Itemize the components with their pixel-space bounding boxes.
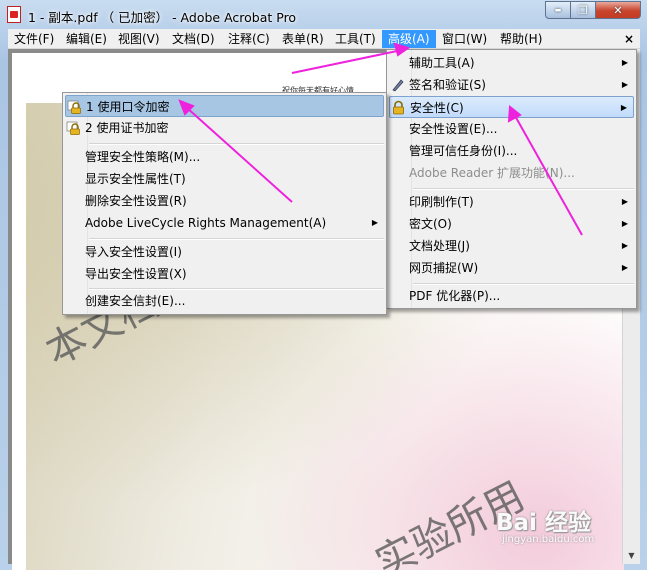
menu-item-label: Adobe LiveCycle Rights Management(A) [85, 216, 327, 230]
acrobat-window: 1 - 副本.pdf （ 已加密） - Adobe Acrobat Pro ▬ … [0, 0, 647, 570]
window-controls: ▬ ❐ ✕ [545, 1, 641, 20]
menu-item-label: 安全性(C) [410, 101, 464, 115]
menu-item-label: 安全性设置(E)... [409, 122, 498, 136]
menu-file[interactable]: 文件(F) [8, 30, 60, 48]
menu-bar: 文件(F) 编辑(E) 视图(V) 文档(D) 注释(C) 表单(R) 工具(T… [8, 29, 640, 49]
baidu-jingyan-logo: Bai 经验 jingyan.baidu.com [496, 503, 616, 549]
menu-item-label: 导出安全性设置(X) [85, 267, 187, 281]
advanced-menu-dropdown: 辅助工具(A) ▶ 签名和验证(S) ▶ 安全性(C) ▶ 安全性设置(E)..… [386, 49, 637, 309]
submenu-arrow-icon: ▶ [621, 219, 628, 228]
menu-item-label: 管理安全性策略(M)... [85, 150, 201, 164]
close-window-button[interactable]: ✕ [596, 1, 641, 19]
menu-item-sign-verify[interactable]: 签名和验证(S) ▶ [389, 74, 634, 96]
menu-view[interactable]: 视图(V) [112, 30, 166, 48]
menu-item-label: Adobe Reader 扩展功能(N)... [409, 166, 575, 180]
window-title: 1 - 副本.pdf （ 已加密） - Adobe Acrobat Pro [28, 10, 297, 25]
menu-item-label: 管理可信任身份(I)... [409, 144, 518, 158]
menu-item-print-production[interactable]: 印刷制作(T) ▶ [389, 191, 634, 213]
submenu-arrow-icon: ▶ [621, 263, 628, 272]
menu-item-label: 辅助工具(A) [409, 56, 475, 70]
menu-item-pdf-optimizer[interactable]: PDF 优化器(P)... [389, 285, 634, 307]
menu-window[interactable]: 窗口(W) [436, 30, 493, 48]
menu-item-label: 网页捕捉(W) [409, 261, 479, 275]
submenu-arrow-icon: ▶ [621, 241, 628, 250]
menu-item-label: 删除安全性设置(R) [85, 194, 187, 208]
baidu-logo-url: jingyan.baidu.com [502, 534, 595, 545]
minimize-button[interactable]: ▬ [545, 1, 571, 19]
menu-item-label: 文档处理(J) [409, 239, 470, 253]
menu-item-export-settings[interactable]: 导出安全性设置(X) [65, 263, 384, 285]
menu-item-label: 签名和验证(S) [409, 78, 486, 92]
menu-forms[interactable]: 表单(R) [276, 30, 330, 48]
close-icon: ✕ [613, 3, 623, 17]
submenu-arrow-icon: ▶ [371, 218, 378, 227]
menu-item-label: 1 使用口令加密 [86, 100, 170, 114]
pdf-file-icon [7, 6, 21, 23]
maximize-button[interactable]: ❐ [571, 1, 596, 19]
title-bar[interactable]: 1 - 副本.pdf （ 已加密） - Adobe Acrobat Pro ▬ … [0, 0, 647, 29]
maximize-icon: ❐ [578, 3, 588, 17]
close-document-button[interactable]: × [624, 30, 634, 48]
scroll-down-icon[interactable]: ▼ [623, 547, 640, 564]
menu-item-label: 显示安全性属性(T) [85, 172, 186, 186]
certificate-lock-icon [66, 121, 80, 135]
menu-separator [89, 143, 384, 145]
menu-item-password-encrypt[interactable]: 1 使用口令加密 [65, 95, 384, 117]
menu-item-security-settings[interactable]: 安全性设置(E)... [389, 118, 634, 140]
menu-item-import-settings[interactable]: 导入安全性设置(I) [65, 241, 384, 263]
menu-item-manage-policies[interactable]: 管理安全性策略(M)... [65, 146, 384, 168]
menu-item-label: 密文(O) [409, 217, 452, 231]
submenu-arrow-icon: ▶ [620, 103, 627, 112]
submenu-arrow-icon: ▶ [621, 58, 628, 67]
menu-document[interactable]: 文档(D) [166, 30, 221, 48]
menu-item-label: PDF 优化器(P)... [409, 289, 501, 303]
menu-comments[interactable]: 注释(C) [222, 30, 276, 48]
submenu-arrow-icon: ▶ [621, 80, 628, 89]
menu-item-label: 创建安全信封(E)... [85, 294, 186, 308]
minimize-icon: ▬ [554, 6, 562, 14]
menu-item-certificate-encrypt[interactable]: 2 使用证书加密 [65, 117, 384, 139]
baidu-logo-main: Bai 经验 [496, 510, 591, 536]
menu-tools[interactable]: 工具(T) [329, 30, 382, 48]
menu-edit[interactable]: 编辑(E) [60, 30, 113, 48]
menu-item-document-processing[interactable]: 文档处理(J) ▶ [389, 235, 634, 257]
menu-item-livecycle-rights[interactable]: Adobe LiveCycle Rights Management(A) ▶ [65, 212, 384, 234]
menu-item-reader-extensions: Adobe Reader 扩展功能(N)... [389, 162, 634, 184]
menu-item-create-envelope[interactable]: 创建安全信封(E)... [65, 290, 384, 312]
pen-icon [392, 79, 404, 92]
menu-item-label: 导入安全性设置(I) [85, 245, 182, 259]
menu-item-remove-security[interactable]: 删除安全性设置(R) [65, 190, 384, 212]
submenu-arrow-icon: ▶ [621, 197, 628, 206]
security-submenu: 1 使用口令加密 2 使用证书加密 管理安全性策略(M)... 显示安全性属性(… [62, 92, 387, 315]
menu-separator [413, 188, 634, 190]
lock-icon [393, 100, 404, 115]
menu-item-security[interactable]: 安全性(C) ▶ [389, 96, 634, 118]
menu-item-redaction[interactable]: 密文(O) ▶ [389, 213, 634, 235]
menu-item-label: 印刷制作(T) [409, 195, 474, 209]
menu-separator [89, 238, 384, 240]
menu-item-label: 2 使用证书加密 [85, 121, 169, 135]
menu-item-web-capture[interactable]: 网页捕捉(W) ▶ [389, 257, 634, 279]
menu-item-trusted-identities[interactable]: 管理可信任身份(I)... [389, 140, 634, 162]
password-lock-icon [67, 100, 81, 114]
menu-item-show-properties[interactable]: 显示安全性属性(T) [65, 168, 384, 190]
menu-help[interactable]: 帮助(H) [494, 30, 548, 48]
menu-advanced[interactable]: 高级(A) [382, 30, 436, 48]
menu-item-accessibility[interactable]: 辅助工具(A) ▶ [389, 52, 634, 74]
